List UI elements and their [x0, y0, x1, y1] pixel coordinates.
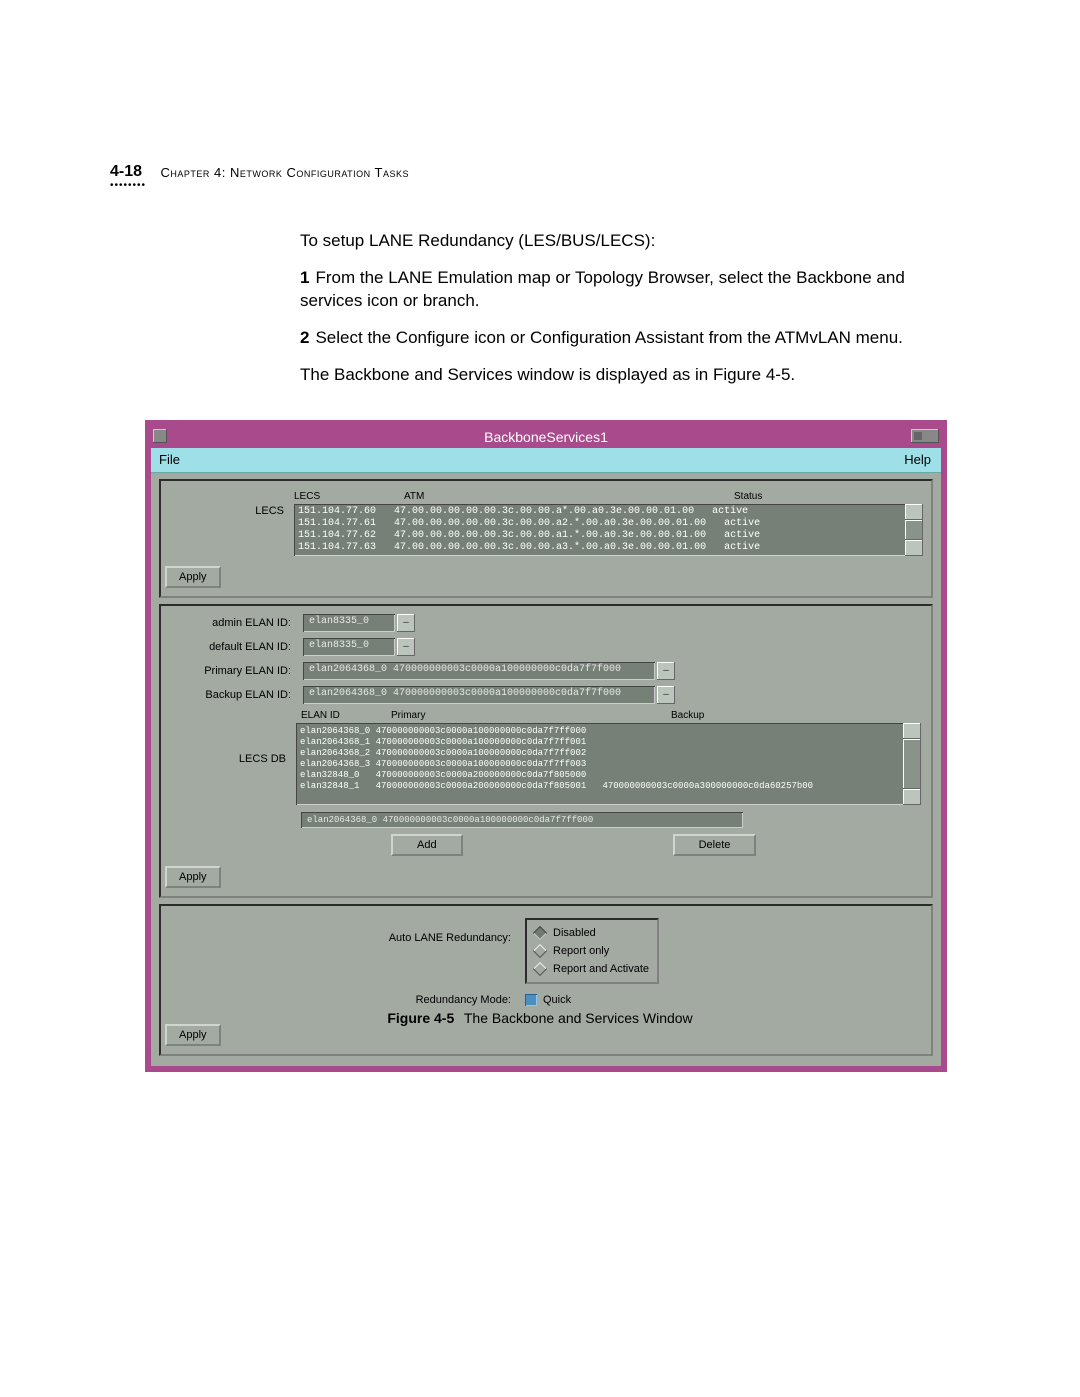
auto-redundancy-label: Auto LANE Redundancy: — [171, 918, 525, 944]
radio-report-label: Report only — [553, 945, 609, 957]
dropdown-arrow-icon[interactable]: – — [657, 662, 675, 680]
default-elan-label: default ELAN ID: — [171, 641, 303, 653]
dropdown-arrow-icon[interactable]: – — [657, 686, 675, 704]
window-controls-icon[interactable] — [911, 429, 939, 443]
hdr-status: Status — [734, 491, 762, 502]
scroll-down-icon[interactable] — [903, 789, 921, 805]
scrollbar[interactable] — [905, 504, 923, 556]
menubar: File Help — [151, 448, 941, 473]
backup-elan-dropdown[interactable]: elan2064368_0 470000000003c0000a10000000… — [303, 686, 675, 704]
scroll-track[interactable] — [905, 520, 923, 540]
lecs-rows: 151.104.77.60 47.00.00.00.00.00.3c.00.00… — [294, 504, 905, 556]
radio-disabled-label: Disabled — [553, 927, 596, 939]
hdr-atm: ATM — [404, 491, 734, 502]
intro-text: To setup LANE Redundancy (LES/BUS/LECS): — [300, 230, 935, 253]
delete-button[interactable]: Delete — [673, 834, 757, 856]
admin-elan-dropdown[interactable]: elan8335_0 – — [303, 614, 415, 632]
backbone-services-window: BackboneServices1 File Help LECS LECS AT… — [145, 420, 947, 1072]
step1-num: 1 — [300, 268, 309, 287]
auto-redundancy-group: Disabled Report only Report and Activate — [525, 918, 659, 984]
scroll-up-icon[interactable] — [905, 504, 923, 520]
lecs-listbox[interactable]: 151.104.77.60 47.00.00.00.00.00.3c.00.00… — [294, 504, 923, 556]
step-1: 1From the LANE Emulation map or Topology… — [300, 267, 935, 313]
window-title: BackboneServices1 — [484, 429, 608, 445]
add-button[interactable]: Add — [391, 834, 463, 856]
step-2: 2 Select the Configure icon or Configurat… — [300, 327, 935, 350]
lecs-db-label: LECS DB — [171, 723, 296, 765]
radio-diamond-icon — [533, 962, 547, 976]
selected-elan-field[interactable]: elan2064368_0 470000000003c0000a10000000… — [301, 812, 743, 828]
page-number: 4-18 — [110, 163, 142, 181]
hdr-elan-id: ELAN ID — [301, 710, 391, 721]
menu-file[interactable]: File — [159, 452, 180, 467]
lecs-db-rows: elan2064368_0 470000000003c0000a10000000… — [296, 723, 903, 805]
chapter-title: Chapter 4: Network Configuration Tasks — [160, 165, 409, 180]
note-text: The Backbone and Services window is disp… — [300, 364, 935, 387]
header-dots: •••••••• — [110, 180, 146, 191]
apply-button-3[interactable]: Apply — [165, 1024, 221, 1046]
menu-help[interactable]: Help — [904, 448, 931, 472]
figure-caption: Figure 4-5 The Backbone and Services Win… — [0, 1010, 1080, 1026]
radio-report-only[interactable]: Report only — [535, 942, 649, 960]
body-text: To setup LANE Redundancy (LES/BUS/LECS):… — [300, 230, 935, 401]
step1-text: From the LANE Emulation map or Topology … — [300, 268, 905, 310]
default-elan-value: elan8335_0 — [303, 638, 395, 656]
mode-value: Quick — [543, 994, 571, 1006]
figure-number: Figure 4-5 — [387, 1010, 454, 1026]
redundancy-mode-label: Redundancy Mode: — [171, 994, 525, 1006]
apply-button-2[interactable]: Apply — [165, 866, 221, 888]
mode-checkbox[interactable] — [525, 994, 537, 1006]
lecs-db-listbox[interactable]: elan2064368_0 470000000003c0000a10000000… — [296, 723, 921, 805]
dropdown-arrow-icon[interactable]: – — [397, 638, 415, 656]
backup-elan-label: Backup ELAN ID: — [171, 689, 303, 701]
radio-disabled[interactable]: Disabled — [535, 924, 649, 942]
primary-elan-dropdown[interactable]: elan2064368_0 470000000003c0000a10000000… — [303, 662, 675, 680]
scrollbar[interactable] — [903, 723, 921, 805]
lecs-db-headers: ELAN ID Primary Backup — [301, 710, 921, 721]
lecs-label: LECS — [169, 491, 294, 517]
step2-text: Select the Configure icon or Configurati… — [315, 328, 902, 347]
backup-elan-value: elan2064368_0 470000000003c0000a10000000… — [303, 686, 655, 704]
primary-elan-label: Primary ELAN ID: — [171, 665, 303, 677]
radio-diamond-icon — [533, 926, 547, 940]
apply-button-1[interactable]: Apply — [165, 566, 221, 588]
scroll-down-icon[interactable] — [905, 540, 923, 556]
titlebar: BackboneServices1 — [151, 426, 941, 448]
radio-activate-label: Report and Activate — [553, 963, 649, 975]
hdr-backup: Backup — [671, 710, 704, 721]
admin-elan-value: elan8335_0 — [303, 614, 395, 632]
lecs-headers: LECS ATM Status — [294, 491, 923, 502]
figure-text: The Backbone and Services Window — [464, 1010, 693, 1026]
radio-report-activate[interactable]: Report and Activate — [535, 960, 649, 978]
step2-num: 2 — [300, 328, 309, 347]
dropdown-arrow-icon[interactable]: – — [397, 614, 415, 632]
hdr-lecs: LECS — [294, 491, 404, 502]
hdr-primary: Primary — [391, 710, 671, 721]
admin-elan-label: admin ELAN ID: — [171, 617, 303, 629]
scroll-track[interactable] — [903, 739, 921, 789]
default-elan-dropdown[interactable]: elan8335_0 – — [303, 638, 415, 656]
scroll-up-icon[interactable] — [903, 723, 921, 739]
radio-diamond-icon — [533, 944, 547, 958]
window-menu-icon[interactable] — [153, 429, 167, 443]
primary-elan-value: elan2064368_0 470000000003c0000a10000000… — [303, 662, 655, 680]
